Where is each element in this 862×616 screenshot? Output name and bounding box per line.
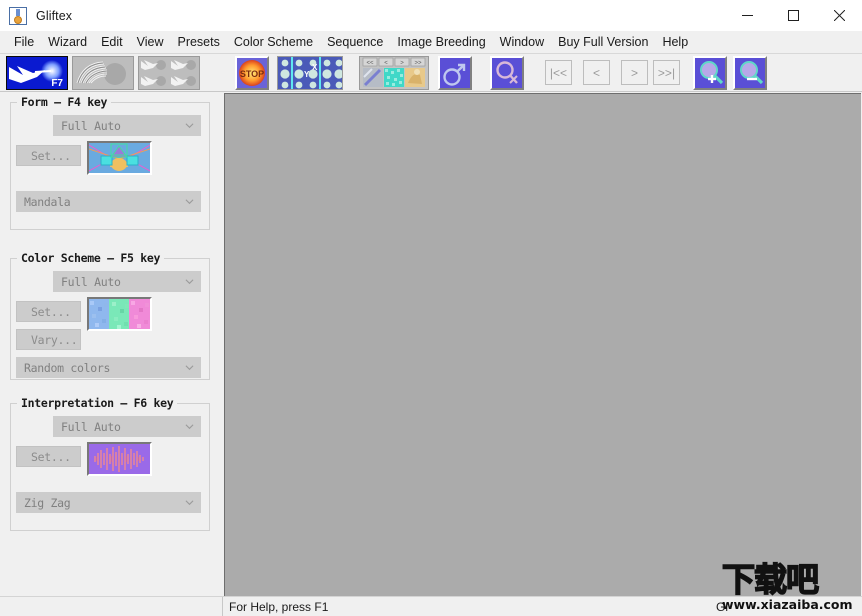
fan-shapes-icon [73, 57, 133, 89]
interpretation-type-combo[interactable]: Zig Zag [16, 492, 201, 513]
svg-text:<<: << [366, 61, 374, 67]
interpretation-mode-combo[interactable]: Full Auto [53, 416, 201, 437]
female-breed-button[interactable] [490, 56, 524, 90]
menu-window[interactable]: Window [493, 32, 551, 53]
form-type-combo[interactable]: Mandala [16, 191, 201, 212]
male-breed-button[interactable] [438, 56, 472, 90]
interpretation-preview-image [89, 444, 150, 474]
svg-text:X: X [312, 63, 318, 72]
status-right-text: Gl [716, 600, 728, 614]
color-scheme-vary-button[interactable]: Vary... [16, 329, 81, 350]
form-group-title: Form — F4 key [17, 95, 112, 109]
application-window: Gliftex File Wizard Edit View Presets Co… [0, 0, 862, 616]
svg-text:<: < [384, 61, 388, 67]
color-scheme-mode-value: Full Auto [61, 274, 121, 289]
title-bar: Gliftex [0, 0, 862, 31]
stop-button[interactable]: STOP [235, 56, 269, 90]
form-mode-combo[interactable]: Full Auto [53, 115, 201, 136]
window-controls [724, 0, 862, 31]
status-bar: For Help, press F1 Gl [0, 596, 862, 616]
previous-button[interactable]: < [583, 60, 610, 85]
axes-overlay-button[interactable]: Y X [277, 56, 343, 90]
chevron-down-icon [185, 199, 194, 205]
form-preview-thumbnail[interactable] [87, 141, 152, 175]
color-scheme-group-title: Color Scheme — F5 key [17, 251, 165, 265]
zoom-out-button[interactable] [733, 56, 767, 90]
window-title: Gliftex [36, 8, 73, 23]
xy-axes-icon: Y X [278, 57, 342, 89]
interpretation-type-value: Zig Zag [24, 495, 71, 510]
menu-image-breeding[interactable]: Image Breeding [390, 32, 492, 53]
chevron-down-icon [185, 279, 194, 285]
color-scheme-set-button[interactable]: Set... [16, 301, 81, 322]
four-up-grid-icon [139, 57, 199, 89]
menu-view[interactable]: View [130, 32, 171, 53]
single-image-icon: F7 [7, 57, 67, 89]
four-up-preview-button[interactable] [138, 56, 200, 90]
svg-text:STOP: STOP [240, 69, 264, 79]
single-image-preview-button[interactable]: F7 [6, 56, 68, 90]
interpretation-set-button[interactable]: Set... [16, 446, 81, 467]
form-preview-image [89, 143, 150, 173]
chevron-down-icon [185, 365, 194, 371]
interpretation-group: Interpretation — F6 key Full Auto Set... [10, 396, 210, 531]
form-type-value: Mandala [24, 194, 71, 209]
medal-icon [9, 6, 27, 25]
venus-symbol-icon [492, 58, 522, 88]
color-scheme-mode-combo[interactable]: Full Auto [53, 271, 201, 292]
interpretation-mode-value: Full Auto [61, 419, 121, 434]
form-group: Form — F4 key Full Auto Set... Mandala [10, 95, 210, 230]
color-scheme-type-combo[interactable]: Random colors [16, 357, 201, 378]
interpretation-preview-thumbnail[interactable] [87, 442, 152, 476]
sequence-strip-icon: << < > >> [360, 57, 428, 89]
form-set-button[interactable]: Set... [16, 145, 81, 166]
image-canvas-area [223, 92, 862, 596]
svg-text:Y: Y [304, 70, 310, 79]
color-scheme-preview-image [89, 299, 150, 329]
chevron-down-icon [185, 123, 194, 129]
menu-presets[interactable]: Presets [170, 32, 226, 53]
menu-sequence[interactable]: Sequence [320, 32, 390, 53]
chevron-down-icon [185, 424, 194, 430]
menu-edit[interactable]: Edit [94, 32, 130, 53]
menu-bar: File Wizard Edit View Presets Color Sche… [0, 31, 862, 54]
close-icon[interactable] [816, 0, 862, 31]
settings-sidebar: Form — F4 key Full Auto Set... Mandala C… [0, 92, 222, 616]
interpretation-group-title: Interpretation — F6 key [17, 396, 178, 410]
color-scheme-group: Color Scheme — F5 key Full Auto Set... V… [10, 251, 210, 380]
next-button[interactable]: > [621, 60, 648, 85]
color-scheme-preview-thumbnail[interactable] [87, 297, 152, 331]
magnifier-minus-icon [735, 58, 765, 88]
maximize-icon[interactable] [770, 0, 816, 31]
toolbar: F7 STOP Y X << < > >> |<< < > >>| [0, 54, 862, 92]
color-scheme-type-value: Random colors [24, 360, 111, 375]
status-help-text: For Help, press F1 [229, 600, 329, 614]
status-divider [222, 597, 223, 616]
mars-symbol-icon [440, 58, 470, 88]
stop-icon: STOP [237, 58, 267, 88]
menu-wizard[interactable]: Wizard [41, 32, 94, 53]
menu-buy-full-version[interactable]: Buy Full Version [551, 32, 655, 53]
menu-color-scheme[interactable]: Color Scheme [227, 32, 320, 53]
svg-text:>>: >> [414, 61, 422, 67]
first-button[interactable]: |<< [545, 60, 572, 85]
image-canvas[interactable] [224, 93, 861, 596]
menu-help[interactable]: Help [655, 32, 695, 53]
fan-shapes-preview-button[interactable] [72, 56, 134, 90]
minimize-icon[interactable] [724, 0, 770, 31]
sequence-strip-button[interactable]: << < > >> [359, 56, 429, 90]
zoom-in-button[interactable] [693, 56, 727, 90]
svg-text:F7: F7 [51, 78, 63, 89]
last-button[interactable]: >>| [653, 60, 680, 85]
chevron-down-icon [185, 500, 194, 506]
svg-text:>: > [400, 61, 404, 67]
form-mode-value: Full Auto [61, 118, 121, 133]
menu-file[interactable]: File [7, 32, 41, 53]
magnifier-plus-icon [695, 58, 725, 88]
